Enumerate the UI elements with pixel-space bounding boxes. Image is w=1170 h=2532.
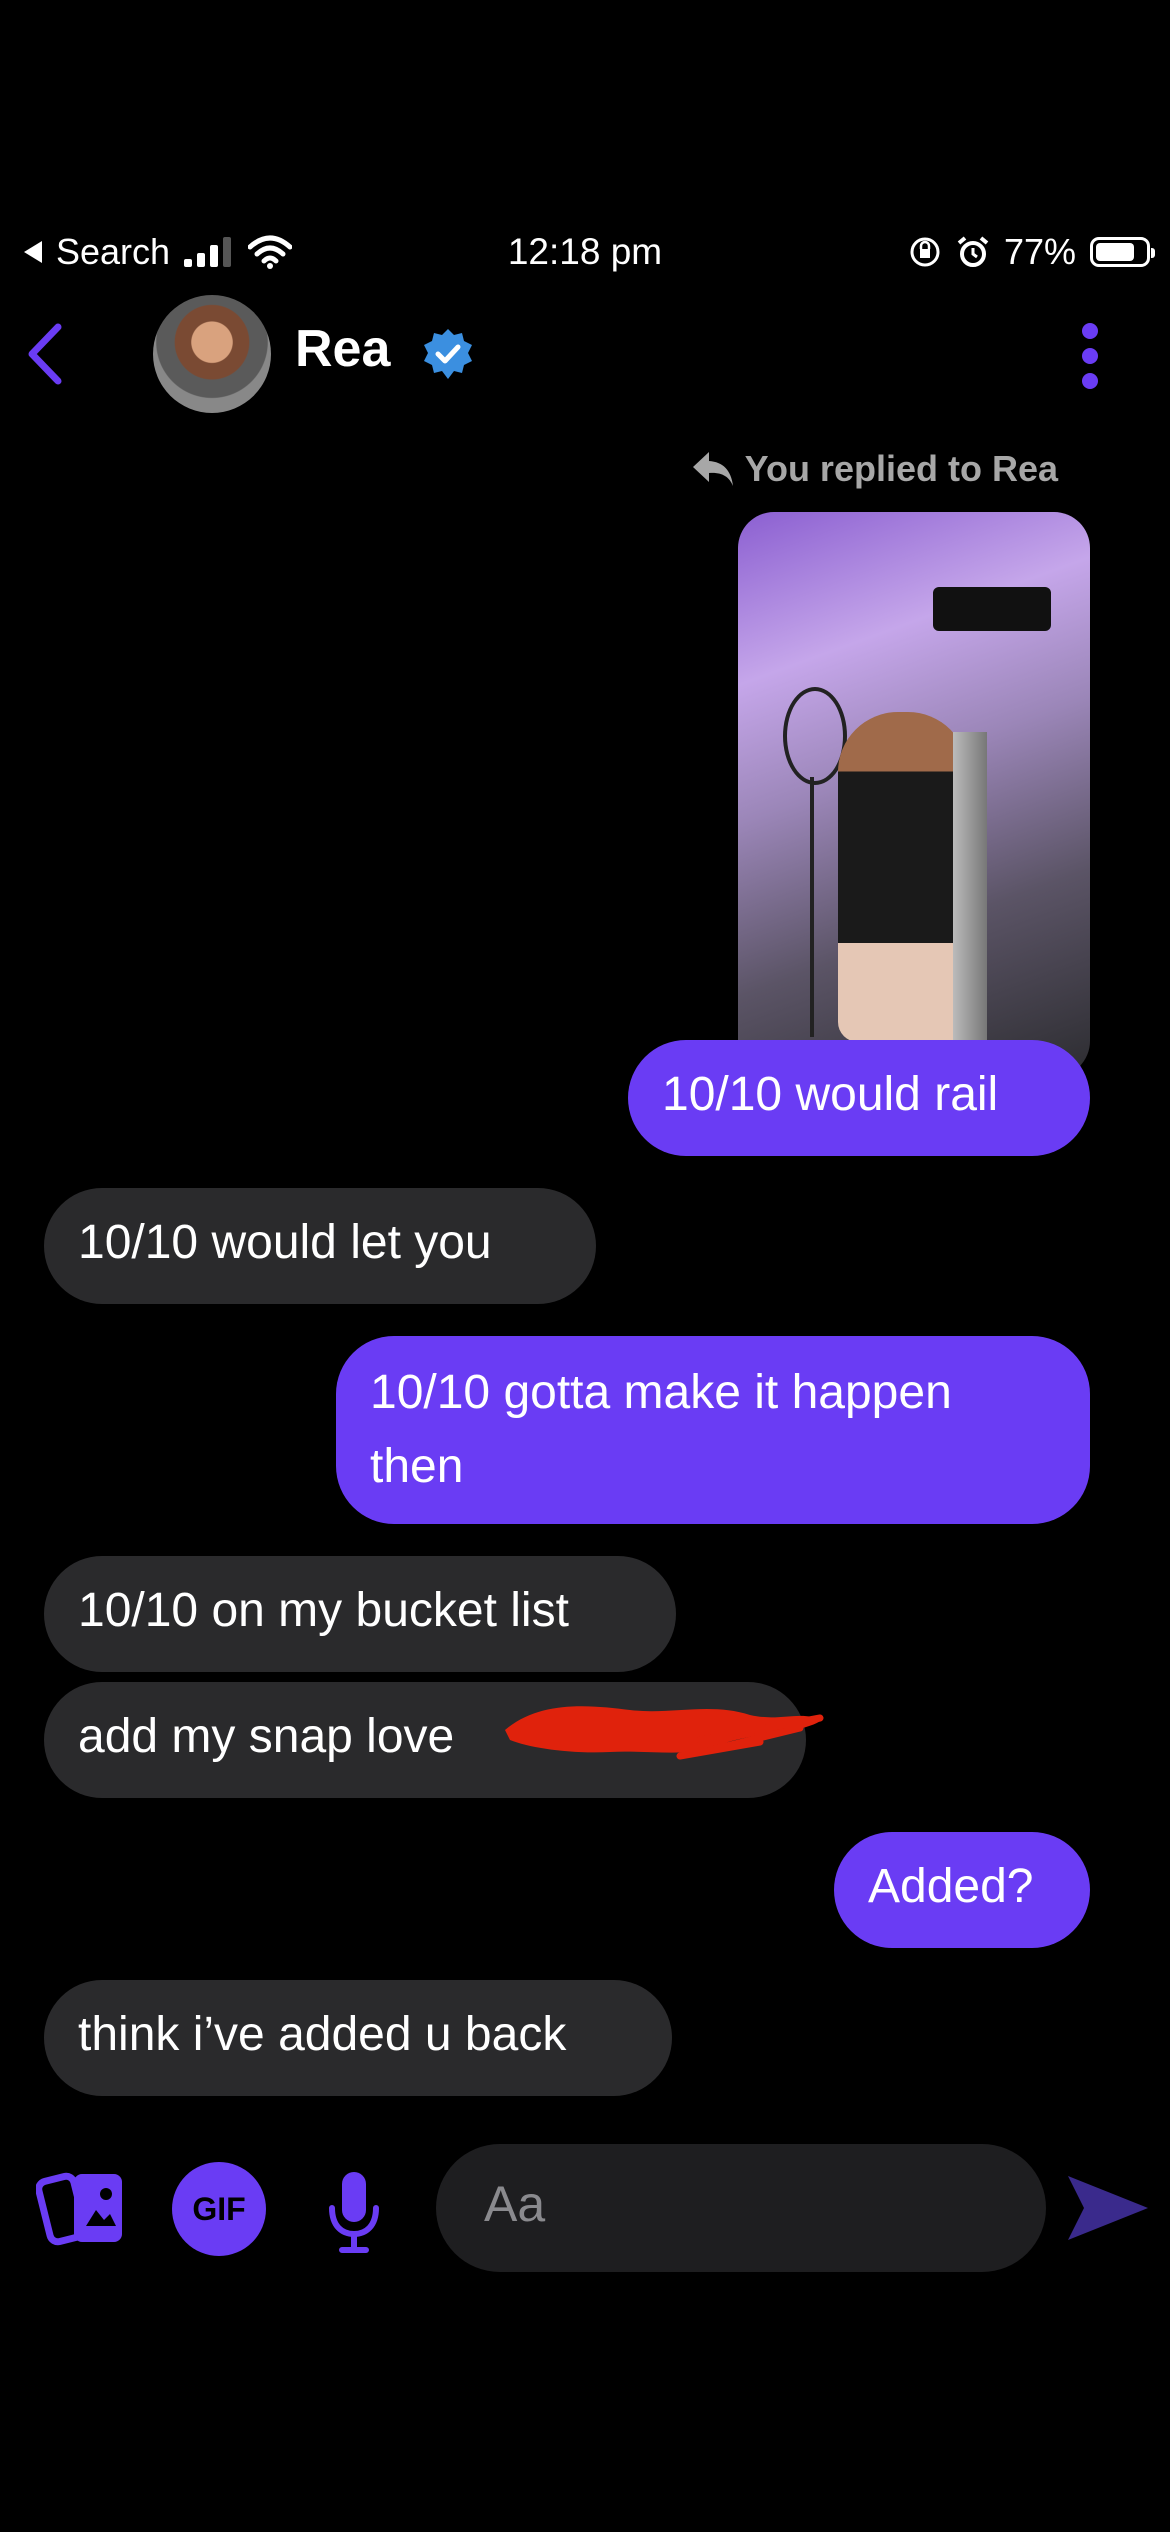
gif-button[interactable]: GIF (172, 2162, 266, 2256)
reply-arrow-icon (692, 452, 733, 486)
ring-light-stand (810, 777, 814, 1037)
more-options-icon[interactable] (1074, 323, 1106, 389)
battery-icon (1090, 237, 1155, 267)
message-incoming[interactable]: 10/10 on my bucket list (44, 1556, 676, 1672)
send-icon[interactable] (1066, 2172, 1150, 2244)
person-figure (838, 712, 968, 1042)
back-chevron-icon[interactable] (26, 323, 66, 385)
avatar[interactable] (153, 295, 271, 413)
replied-story-image[interactable] (738, 512, 1090, 1077)
alarm-icon (957, 236, 989, 267)
status-right: 77% (908, 231, 1155, 273)
message-outgoing[interactable]: 10/10 would rail (628, 1040, 1090, 1156)
gallery-cards-icon[interactable] (36, 2166, 130, 2250)
contact-name[interactable]: Rea (295, 319, 390, 379)
message-incoming[interactable]: think i’ve added u back (44, 1980, 672, 2096)
gif-label: GIF (192, 2190, 246, 2227)
reply-label-text: You replied to Rea (744, 448, 1058, 489)
microphone-icon[interactable] (326, 2170, 382, 2254)
music-sticker (933, 587, 1051, 631)
phone-in-hand (953, 732, 987, 1062)
battery-percentage: 77% (1003, 231, 1076, 272)
status-bar: Search 12:18 pm 77% (0, 225, 1170, 285)
redaction-scribble (505, 1706, 824, 1760)
message-input-placeholder: Aa (484, 2176, 546, 2232)
message-outgoing[interactable]: Added? (834, 1832, 1090, 1948)
chat-header: Rea (0, 295, 1170, 420)
message-incoming[interactable]: 10/10 would let you (44, 1188, 596, 1304)
orientation-lock-icon (910, 237, 940, 267)
reply-indicator: You replied to Rea (691, 448, 1058, 490)
verified-badge-icon (424, 329, 472, 379)
message-outgoing[interactable]: 10/10 gotta make it happen then (336, 1336, 1090, 1524)
